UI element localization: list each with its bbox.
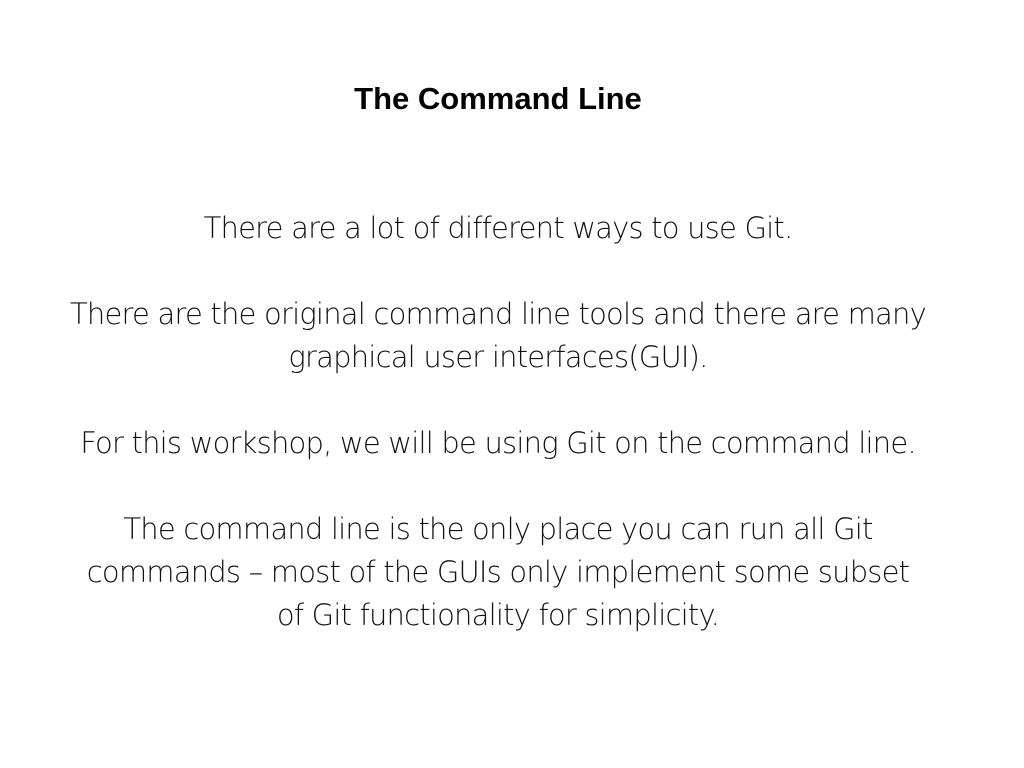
paragraph-workshop-usage: For this workshop, we will be using Git …	[0, 422, 996, 465]
paragraph-line: There are a lot of different ways to use…	[203, 211, 794, 245]
paragraph-ways-to-use-git: There are a lot of different ways to use…	[0, 207, 996, 250]
paragraph-line: graphical user interfaces(GUI).	[288, 340, 708, 374]
paragraph-line: For this workshop, we will be using Git …	[80, 426, 916, 460]
paragraph-line: The command line is the only place you c…	[123, 512, 873, 546]
paragraph-command-line-and-gui: There are the original command line tool…	[0, 293, 996, 379]
paragraph-line: There are the original command line tool…	[70, 297, 927, 331]
slide-title: The Command Line	[354, 81, 642, 116]
slide: The Command Line There are a lot of diff…	[0, 0, 1024, 768]
paragraph-command-line-reason: The command line is the only place you c…	[0, 508, 996, 637]
paragraph-line: commands – most of the GUIs only impleme…	[86, 555, 910, 589]
paragraph-line: of Git functionality for simplicity.	[276, 598, 720, 632]
